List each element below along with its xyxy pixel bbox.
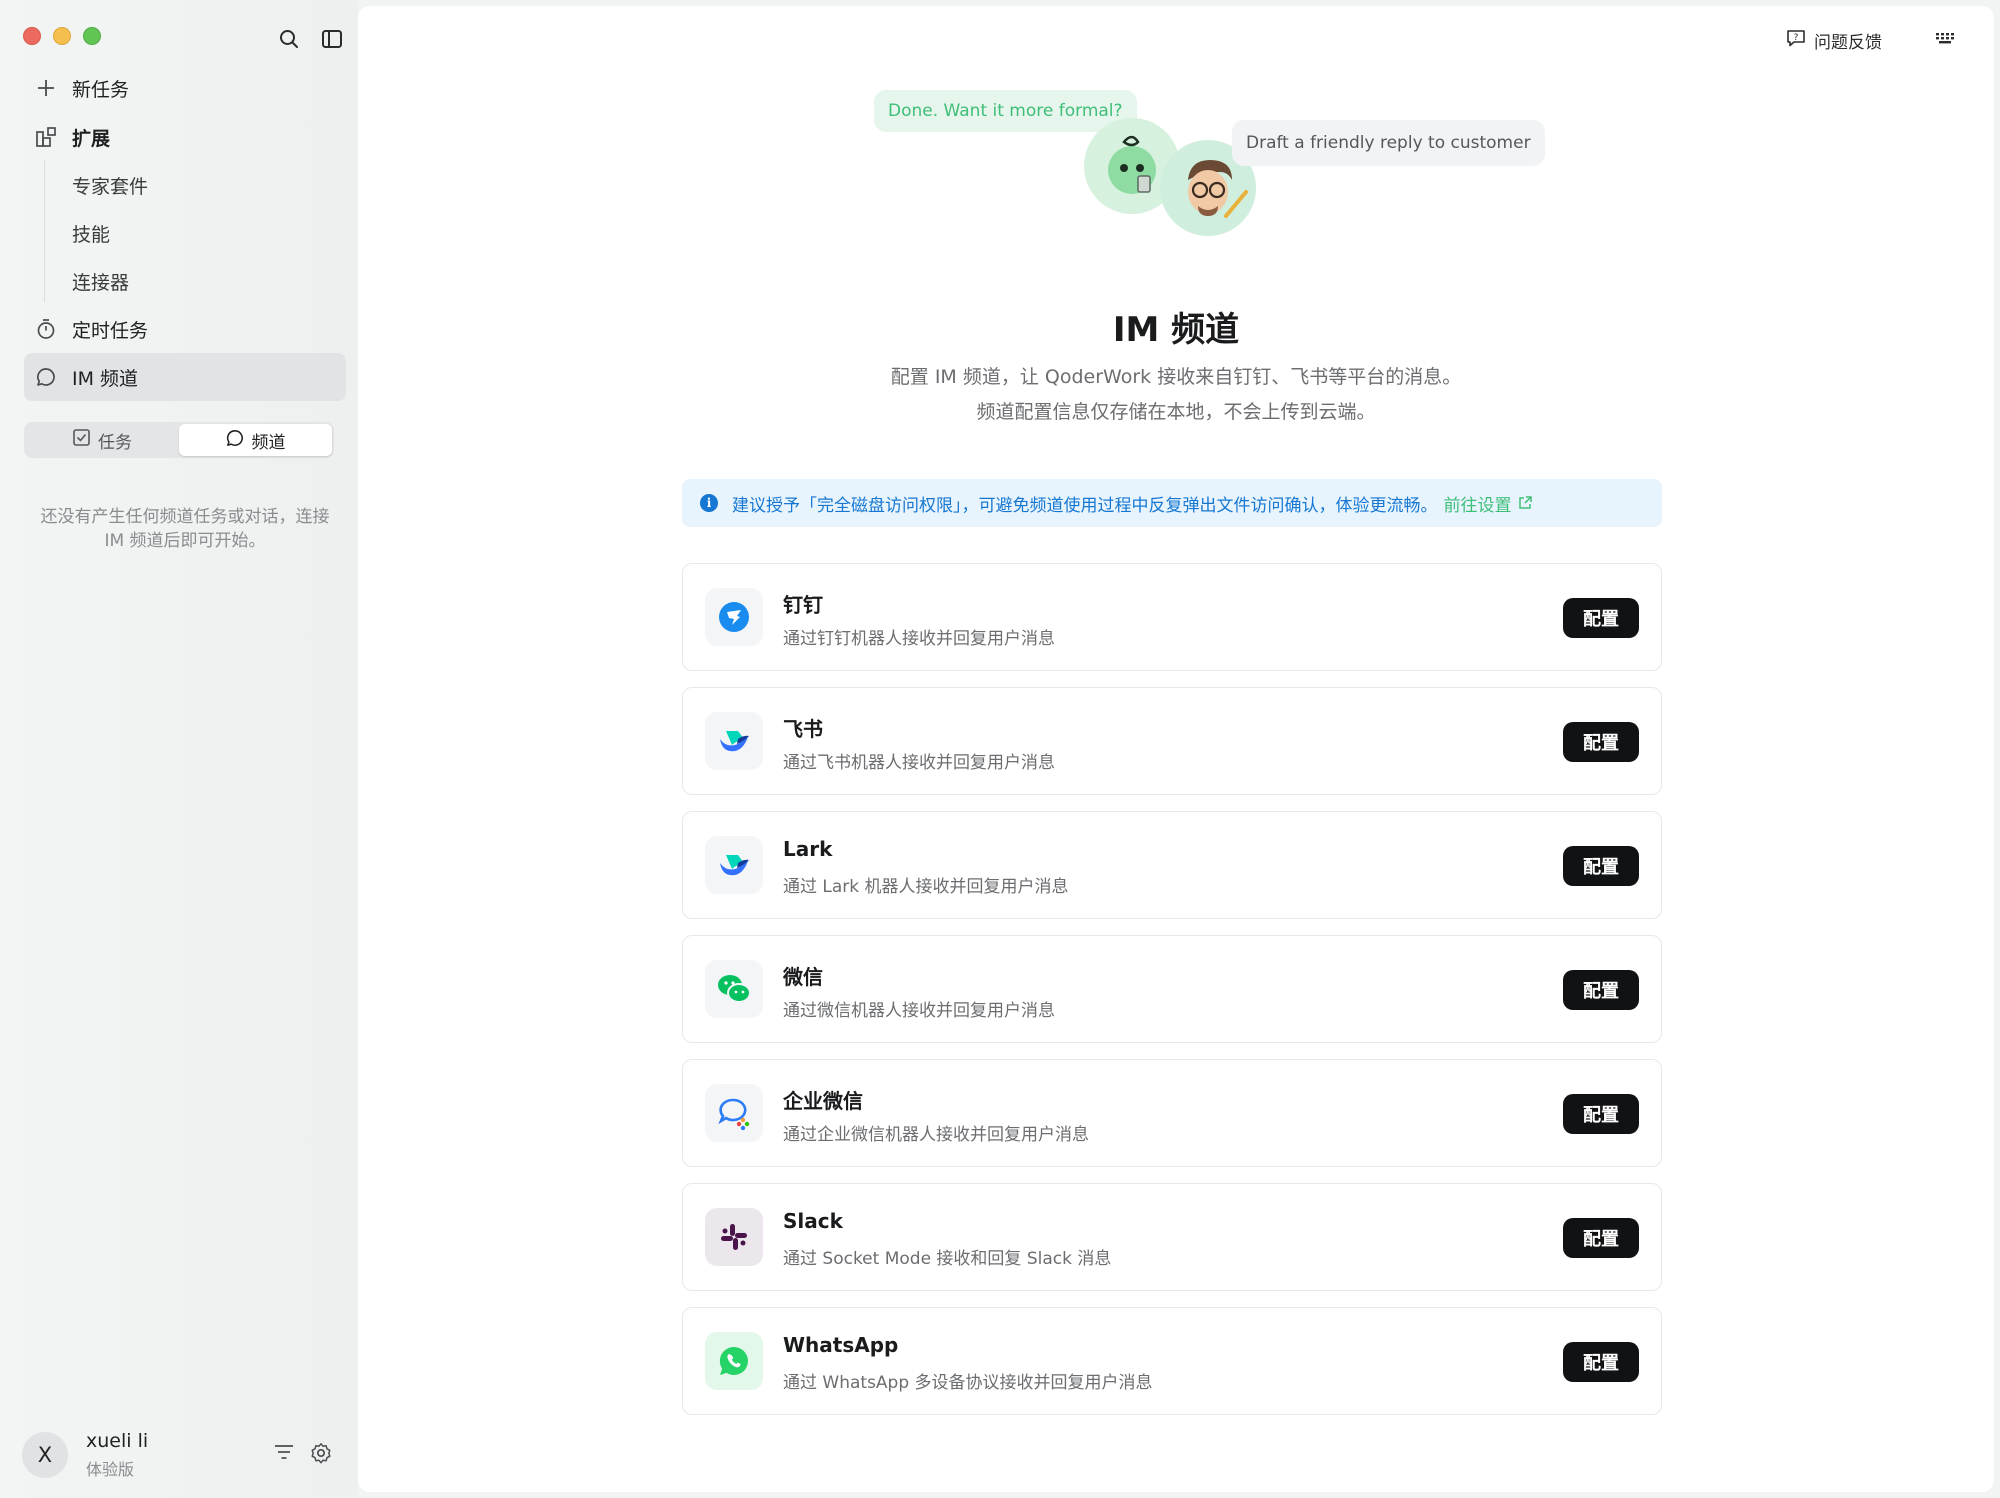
channel-list: 钉钉 通过钉钉机器人接收并回复用户消息 配置 飞书 通过飞书机器人接收并回复用户…: [682, 563, 1662, 1431]
sidebar-item-label: 技能: [72, 223, 111, 246]
empty-state-text: 还没有产生任何频道任务或对话，连接 IM 频道后即可开始。: [40, 507, 330, 551]
configure-dingtalk-button[interactable]: 配置: [1563, 598, 1639, 638]
channel-description: 通过微信机器人接收并回复用户消息: [783, 1001, 1055, 1021]
channel-name: WhatsApp: [783, 1333, 899, 1357]
channel-card-wechat: 微信 通过微信机器人接收并回复用户消息 配置: [682, 935, 1662, 1043]
channel-card-slack: Slack 通过 Socket Mode 接收和回复 Slack 消息 配置: [682, 1183, 1662, 1291]
channel-name: 微信: [783, 965, 823, 989]
channel-card-dingtalk: 钉钉 通过钉钉机器人接收并回复用户消息 配置: [682, 563, 1662, 671]
user-plan: 体验版: [86, 1460, 135, 1479]
lark-icon: [705, 836, 763, 894]
window-controls: [23, 27, 101, 45]
permission-notice: i 建议授予「完全磁盘访问权限」，可避免频道使用过程中反复弹出文件访问确认，体验…: [682, 479, 1662, 527]
app-window: 新任务 扩展 专家套件 技能 连接器 定时任务 IM 频道 任务 频道 还没有产…: [0, 0, 2000, 1498]
dingtalk-icon: [705, 588, 763, 646]
user-name: xueli li: [86, 1430, 149, 1452]
main-panel: ? 问题反馈 Done. Want it more formal? Draft …: [358, 6, 1994, 1492]
page-title: IM 频道: [1112, 310, 1240, 350]
extension-icon: [24, 126, 68, 148]
user-profile: X xueli li 体验版: [22, 1430, 342, 1480]
sidebar-item-label: 扩展: [72, 127, 111, 150]
channel-name: 企业微信: [783, 1089, 863, 1113]
close-window-button[interactable]: [23, 27, 41, 45]
sidebar-item-new-task[interactable]: 新任务: [24, 64, 346, 112]
link-label: 前往设置: [1443, 495, 1512, 516]
sidebar-item-im-channels[interactable]: IM 频道: [24, 353, 346, 401]
segment-label: 任务: [98, 432, 132, 453]
sidebar-item-label: 新任务: [72, 78, 130, 101]
sidebar-nav: 新任务 扩展 专家套件 技能 连接器 定时任务 IM 频道: [24, 64, 346, 401]
channel-name: 钉钉: [783, 593, 823, 617]
whatsapp-icon: [705, 1332, 763, 1390]
segment-tasks[interactable]: 任务: [26, 424, 179, 456]
filter-icon[interactable]: [274, 1444, 294, 1464]
wechat-icon: [705, 960, 763, 1018]
hero-illustration: Done. Want it more formal? Draft a frien…: [358, 6, 1994, 266]
sidebar-toggle-icon[interactable]: [319, 26, 345, 52]
plus-icon: [24, 78, 68, 98]
configure-feishu-button[interactable]: 配置: [1563, 722, 1639, 762]
channel-description: 通过 Socket Mode 接收和回复 Slack 消息: [783, 1249, 1112, 1269]
notice-text: 建议授予「完全磁盘访问权限」，可避免频道使用过程中反复弹出文件访问确认，体验更流…: [732, 495, 1438, 516]
channel-description: 通过钉钉机器人接收并回复用户消息: [783, 629, 1055, 649]
channel-description: 通过企业微信机器人接收并回复用户消息: [783, 1125, 1089, 1145]
segment-channels[interactable]: 频道: [179, 424, 332, 456]
speech-bubble-right: Draft a friendly reply to customer: [1232, 120, 1545, 166]
sidebar-item-skills[interactable]: 技能: [24, 209, 346, 257]
task-channel-segmented-control: 任务 频道: [24, 422, 334, 458]
description-line: 配置 IM 频道，让 QoderWork 接收来自钉钉、飞书等平台的消息。: [890, 366, 1462, 388]
sidebar-item-expert-kits[interactable]: 专家套件: [24, 161, 346, 209]
sidebar-item-label: 专家套件: [72, 175, 149, 198]
channel-card-lark: Lark 通过 Lark 机器人接收并回复用户消息 配置: [682, 811, 1662, 919]
search-icon[interactable]: [276, 26, 302, 52]
wecom-icon: [705, 1084, 763, 1142]
submenu-rail: [44, 160, 45, 302]
sidebar-item-scheduled-tasks[interactable]: 定时任务: [24, 305, 346, 353]
configure-slack-button[interactable]: 配置: [1563, 1218, 1639, 1258]
sidebar-item-label: 连接器: [72, 271, 130, 294]
sidebar: 新任务 扩展 专家套件 技能 连接器 定时任务 IM 频道 任务 频道 还没有产…: [0, 0, 358, 1498]
configure-wecom-button[interactable]: 配置: [1563, 1094, 1639, 1134]
info-icon: i: [700, 494, 718, 512]
sidebar-item-label: IM 频道: [72, 367, 139, 390]
avatar[interactable]: X: [22, 1432, 68, 1478]
slack-icon: [705, 1208, 763, 1266]
channel-description: 通过飞书机器人接收并回复用户消息: [783, 753, 1055, 773]
chat-bubble-icon: [226, 429, 244, 452]
channel-card-whatsapp: WhatsApp 通过 WhatsApp 多设备协议接收并回复用户消息 配置: [682, 1307, 1662, 1415]
configure-lark-button[interactable]: 配置: [1563, 846, 1639, 886]
checkbox-icon: [73, 429, 90, 451]
open-settings-link[interactable]: 前往设置: [1444, 491, 1532, 516]
sidebar-item-extensions[interactable]: 扩展: [24, 113, 346, 161]
channel-name: 飞书: [783, 717, 823, 741]
description-line: 频道配置信息仅存储在本地，不会上传到云端。: [976, 401, 1376, 423]
channel-description: 通过 WhatsApp 多设备协议接收并回复用户消息: [783, 1373, 1153, 1393]
segment-label: 频道: [251, 432, 286, 453]
sidebar-item-connectors[interactable]: 连接器: [24, 257, 346, 305]
channel-card-feishu: 飞书 通过飞书机器人接收并回复用户消息 配置: [682, 687, 1662, 795]
feishu-icon: [705, 712, 763, 770]
external-link-icon: [1518, 496, 1532, 509]
zoom-window-button[interactable]: [83, 27, 101, 45]
minimize-window-button[interactable]: [53, 27, 71, 45]
chat-bubble-icon: [24, 367, 68, 387]
sidebar-item-label: 定时任务: [72, 319, 149, 342]
channel-card-wecom: 企业微信 通过企业微信机器人接收并回复用户消息 配置: [682, 1059, 1662, 1167]
configure-wechat-button[interactable]: 配置: [1563, 970, 1639, 1010]
page-description: 配置 IM 频道，让 QoderWork 接收来自钉钉、飞书等平台的消息。 频道…: [358, 360, 1994, 430]
channel-name: Slack: [783, 1209, 843, 1233]
configure-whatsapp-button[interactable]: 配置: [1563, 1342, 1639, 1382]
channel-name: Lark: [783, 837, 833, 861]
gear-icon[interactable]: [310, 1442, 332, 1468]
channel-description: 通过 Lark 机器人接收并回复用户消息: [783, 877, 1069, 897]
timer-icon: [24, 318, 68, 340]
